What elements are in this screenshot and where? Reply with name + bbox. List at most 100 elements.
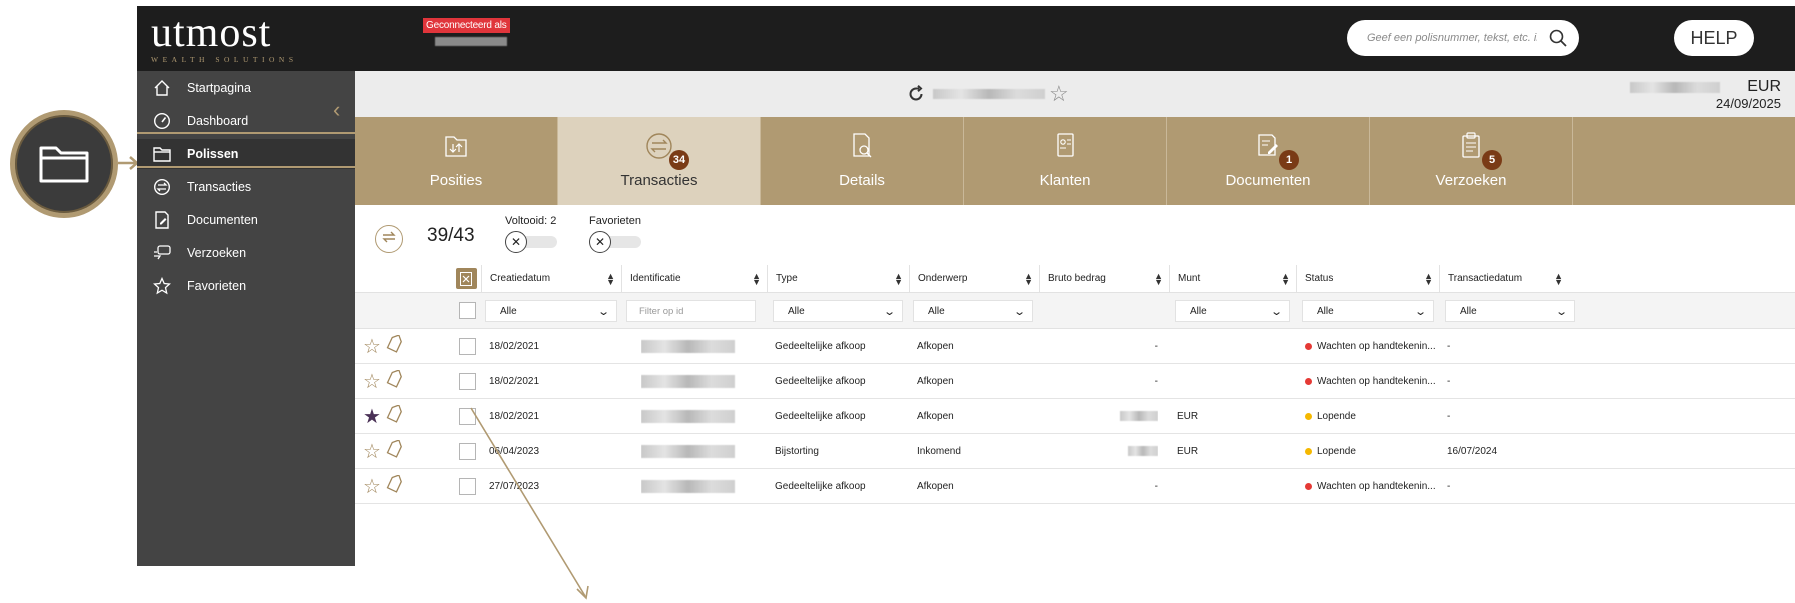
sort-icon[interactable]: ▲ ▼ bbox=[752, 271, 761, 286]
cell-status: Wachten op handtekenin... bbox=[1305, 469, 1440, 503]
cell-bruto-bedrag: - bbox=[1154, 375, 1158, 387]
tag-icon[interactable] bbox=[385, 403, 405, 428]
logo: utmost WEALTH SOLUTIONS bbox=[151, 12, 298, 64]
sidebar-item-documenten[interactable]: Documenten bbox=[137, 205, 355, 235]
tab-klanten[interactable]: Klanten bbox=[964, 117, 1167, 205]
chat-icon bbox=[151, 243, 173, 263]
cell-type: Gedeeltelijke afkoop bbox=[775, 480, 866, 492]
favorite-star-icon[interactable]: ☆ bbox=[363, 439, 381, 464]
status-dot-icon bbox=[1305, 412, 1312, 420]
column-creatiedatum[interactable]: Creatiedatum ▲ ▼ bbox=[481, 265, 621, 292]
tab-details[interactable]: Details bbox=[761, 117, 964, 205]
row-checkbox[interactable] bbox=[458, 372, 476, 390]
sidebar-item-verzoeken[interactable]: Verzoeken bbox=[137, 238, 355, 268]
column-bruto-bedrag[interactable]: Bruto bedrag ▲ ▼ bbox=[1039, 265, 1169, 292]
screenshot-stage: utmost WEALTH SOLUTIONS Geconnecteerd al… bbox=[0, 0, 1795, 603]
tag-icon[interactable] bbox=[385, 473, 405, 498]
cell-munt: EUR bbox=[1177, 445, 1199, 457]
tag-icon[interactable] bbox=[385, 333, 405, 358]
help-button[interactable]: HELP bbox=[1674, 20, 1754, 56]
close-icon[interactable]: ✕ bbox=[589, 231, 611, 253]
column-munt[interactable]: Munt ▲ ▼ bbox=[1169, 265, 1296, 292]
document-edit-icon bbox=[151, 210, 173, 230]
column-onderwerp[interactable]: Onderwerp ▲ ▼ bbox=[909, 265, 1039, 292]
document-search-icon bbox=[844, 131, 880, 161]
sort-icon[interactable]: ▲ ▼ bbox=[1554, 271, 1563, 286]
refresh-icon[interactable] bbox=[907, 85, 925, 108]
column-label: Bruto bedrag bbox=[1048, 273, 1106, 284]
column-label: Transactiedatum bbox=[1448, 273, 1523, 284]
row-select bbox=[455, 329, 479, 363]
tag-icon[interactable] bbox=[385, 368, 405, 393]
search-icon[interactable] bbox=[1549, 29, 1567, 47]
tab-transacties[interactable]: 34 Transacties bbox=[558, 117, 761, 205]
filter-transactiedatum[interactable]: Alle ⌄ bbox=[1445, 300, 1575, 322]
filter-id-input[interactable] bbox=[639, 305, 747, 317]
filter-type[interactable]: Alle ⌄ bbox=[773, 300, 903, 322]
favorite-star-icon[interactable]: ☆ bbox=[1049, 81, 1069, 107]
filter-identificatie[interactable] bbox=[626, 300, 756, 322]
cell-creatiedatum: 06/04/2023 bbox=[489, 445, 540, 457]
row-checkbox[interactable] bbox=[458, 442, 476, 460]
favorite-star-icon[interactable]: ☆ bbox=[363, 369, 381, 394]
export-cell bbox=[451, 265, 481, 292]
id-redacted bbox=[641, 339, 735, 353]
logo-subtitle: WEALTH SOLUTIONS bbox=[151, 55, 298, 64]
table-row[interactable]: ☆ 18/02/2021 Gedeeltelijke afkoop Afkope… bbox=[355, 329, 1795, 364]
status-dot-icon bbox=[1305, 377, 1312, 385]
top-bar: utmost WEALTH SOLUTIONS Geconnecteerd al… bbox=[137, 6, 1795, 71]
favorite-star-filled-icon[interactable]: ★ bbox=[363, 404, 381, 429]
row-checkbox[interactable] bbox=[458, 407, 476, 425]
status-dot-icon bbox=[1305, 447, 1312, 455]
row-checkbox[interactable] bbox=[458, 477, 476, 495]
filter-status[interactable]: Alle ⌄ bbox=[1302, 300, 1434, 322]
cell-munt bbox=[1177, 329, 1287, 363]
tag-icon[interactable] bbox=[385, 438, 405, 463]
filter-onderwerp[interactable]: Alle ⌄ bbox=[913, 300, 1033, 322]
tab-overflow bbox=[1573, 117, 1795, 205]
sort-icon[interactable]: ▲ ▼ bbox=[606, 271, 615, 286]
select-all-checkbox[interactable] bbox=[458, 302, 476, 319]
filter-munt[interactable]: Alle ⌄ bbox=[1175, 300, 1290, 322]
cell-identificatie bbox=[641, 469, 761, 503]
tab-posities[interactable]: Posities bbox=[355, 117, 558, 205]
sidebar-item-label: Transacties bbox=[187, 180, 252, 194]
sidebar-item-startpagina[interactable]: Startpagina bbox=[137, 73, 355, 103]
table-row[interactable]: ★ 18/02/2021 Gedeeltelijke afkoop Afkope… bbox=[355, 399, 1795, 434]
search-box[interactable] bbox=[1347, 20, 1579, 56]
row-select bbox=[455, 364, 479, 398]
cell-creatiedatum: 27/07/2023 bbox=[489, 480, 540, 492]
column-transactiedatum[interactable]: Transactiedatum ▲ ▼ bbox=[1439, 265, 1569, 292]
column-identificatie[interactable]: Identificatie ▲ ▼ bbox=[621, 265, 767, 292]
back-button[interactable] bbox=[375, 225, 403, 253]
cell-munt bbox=[1177, 469, 1287, 503]
favorite-star-icon[interactable]: ☆ bbox=[363, 474, 381, 499]
filter-favorites[interactable]: Favorieten ✕ bbox=[589, 215, 641, 253]
excel-export-icon[interactable] bbox=[455, 268, 477, 289]
sort-icon[interactable]: ▲ ▼ bbox=[1281, 271, 1290, 286]
filter-creatiedatum[interactable]: Alle ⌄ bbox=[485, 300, 617, 322]
sidebar-item-label: Dashboard bbox=[187, 114, 249, 128]
column-status[interactable]: Status ▲ ▼ bbox=[1296, 265, 1439, 292]
sidebar-item-favorieten[interactable]: Favorieten bbox=[137, 271, 355, 301]
tab-verzoeken[interactable]: 5 Verzoeken bbox=[1370, 117, 1573, 205]
sort-icon[interactable]: ▲ ▼ bbox=[1024, 271, 1033, 286]
column-label: Onderwerp bbox=[918, 273, 968, 284]
close-icon[interactable]: ✕ bbox=[505, 231, 527, 253]
column-type[interactable]: Type ▲ ▼ bbox=[767, 265, 909, 292]
table-row[interactable]: ☆ 27/07/2023 Gedeeltelijke afkoop Afkope… bbox=[355, 469, 1795, 504]
tab-documenten[interactable]: 1 Documenten bbox=[1167, 117, 1370, 205]
sidebar-item-label: Verzoeken bbox=[187, 246, 247, 260]
table-row[interactable]: ☆ 18/02/2021 Gedeeltelijke afkoop Afkope… bbox=[355, 364, 1795, 399]
sort-icon[interactable]: ▲ ▼ bbox=[894, 271, 903, 286]
filter-value: Alle bbox=[928, 305, 945, 317]
row-checkbox[interactable] bbox=[458, 337, 476, 355]
filter-completed[interactable]: Voltooid: 2 ✕ bbox=[505, 215, 557, 253]
search-input[interactable] bbox=[1367, 32, 1537, 44]
sort-icon[interactable]: ▲ ▼ bbox=[1424, 271, 1433, 286]
sidebar-item-transacties[interactable]: Transacties bbox=[137, 172, 355, 202]
sort-icon[interactable]: ▲ ▼ bbox=[1154, 271, 1163, 286]
favorite-star-icon[interactable]: ☆ bbox=[363, 334, 381, 359]
cell-status: Lopende bbox=[1305, 434, 1440, 468]
table-row[interactable]: ☆ 06/04/2023 Bijstorting Inkomend EUR Lo… bbox=[355, 434, 1795, 469]
